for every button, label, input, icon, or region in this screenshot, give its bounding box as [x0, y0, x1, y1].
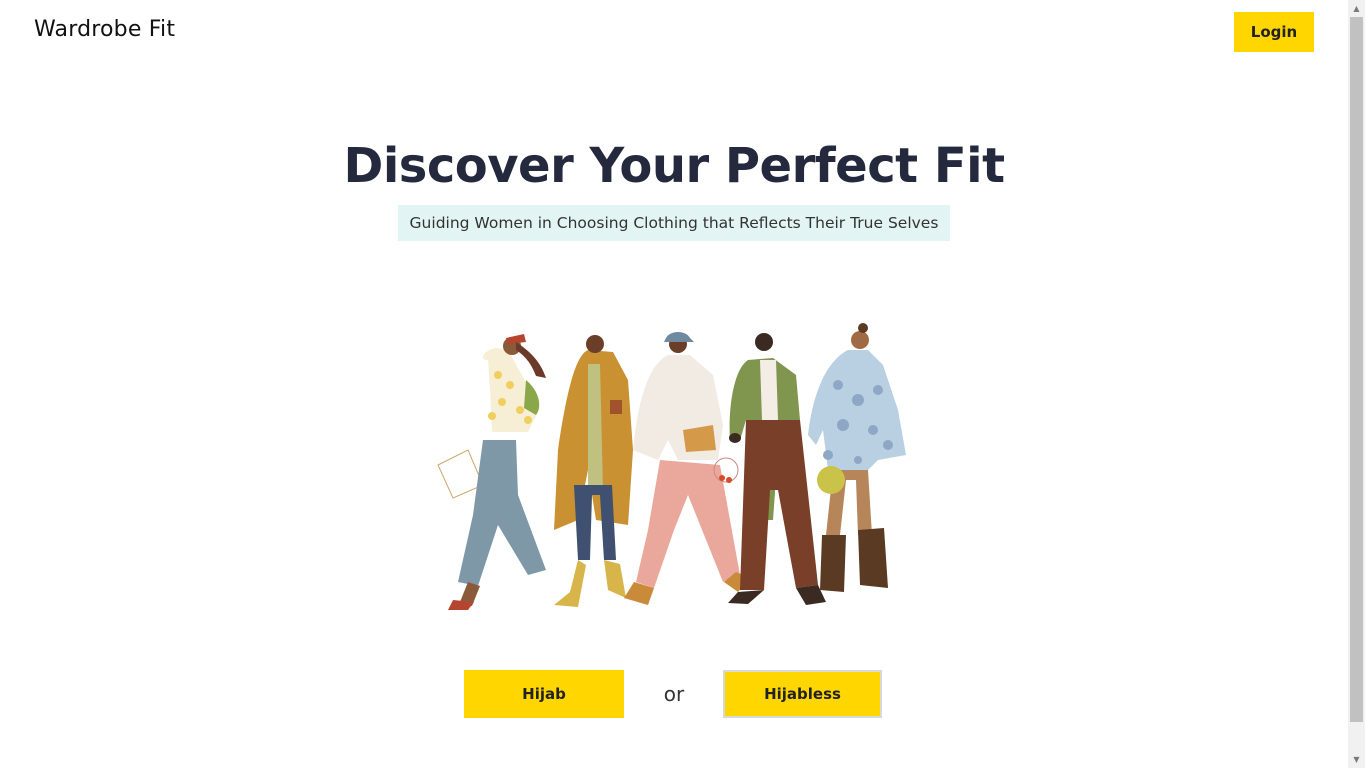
woman-figure-2: [554, 335, 633, 607]
hijab-button[interactable]: Hijab: [464, 670, 624, 718]
scroll-up-icon[interactable]: ▲: [1348, 0, 1365, 17]
subtitle-container: Guiding Women in Choosing Clothing that …: [0, 205, 1348, 241]
woman-figure-1: [437, 334, 546, 610]
page-title: Discover Your Perfect Fit: [343, 138, 1005, 194]
woman-figure-5: [808, 323, 906, 592]
scrollbar-thumb[interactable]: [1350, 17, 1363, 722]
page-scrollbar[interactable]: ▲ ▼: [1348, 0, 1365, 768]
page-subtitle: Guiding Women in Choosing Clothing that …: [397, 205, 951, 241]
brand-logo[interactable]: Wardrobe Fit: [34, 17, 175, 42]
woman-figure-4: [728, 333, 826, 605]
page: Wardrobe Fit Login Discover Your Perfect…: [0, 0, 1365, 768]
woman-figure-3: [624, 332, 750, 605]
hijabless-button[interactable]: Hijabless: [723, 670, 882, 718]
login-button[interactable]: Login: [1234, 12, 1314, 52]
scroll-down-icon[interactable]: ▼: [1348, 751, 1365, 768]
women-group-illustration: [437, 323, 906, 610]
or-separator: or: [663, 682, 685, 706]
